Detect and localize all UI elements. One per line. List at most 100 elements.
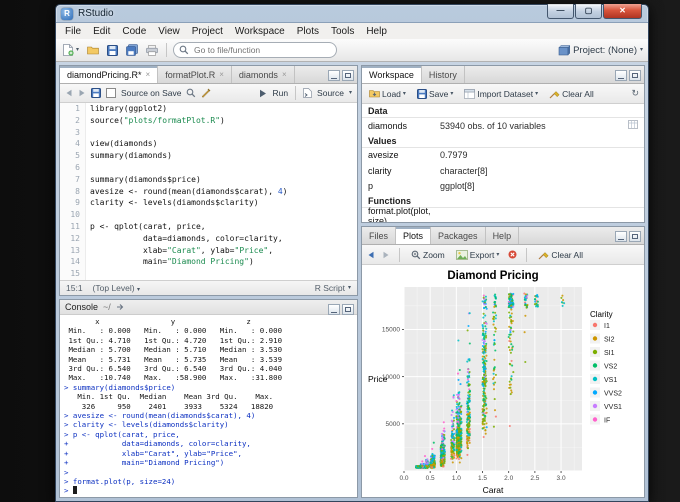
remove-plot-icon[interactable]: [508, 250, 517, 259]
source-caret-icon: ▾: [348, 90, 352, 96]
plots-pane-buttons: [615, 231, 641, 242]
menu-workspace[interactable]: Workspace: [229, 25, 291, 38]
object-row-format-plot-plot-size[interactable]: format.plot(plot, size): [362, 206, 644, 222]
code-editor[interactable]: 1 library(ggplot2) 2 source("plots/formatPl…: [60, 103, 357, 280]
tab-history[interactable]: History: [422, 66, 465, 83]
load-workspace-button[interactable]: Load ▾: [367, 88, 408, 100]
goto-directory-icon[interactable]: [116, 303, 125, 311]
save-all-icon: [126, 44, 138, 56]
pane-maximize-button[interactable]: [342, 70, 354, 81]
code-segment: "Price": [234, 245, 269, 255]
code-tools-icon[interactable]: [201, 88, 211, 98]
scope-selector[interactable]: (Top Level) ▾: [93, 283, 140, 293]
tab-plots[interactable]: Plots: [396, 227, 432, 244]
code-text: source("plots/formatPlot.R"): [86, 115, 225, 127]
project-menu[interactable]: Project: (None) ▾: [558, 44, 643, 56]
code-line: 2 source("plots/formatPlot.R"): [60, 114, 357, 127]
search-input[interactable]: [192, 44, 317, 56]
source-on-save-label: Source on Save: [121, 88, 182, 98]
import-dataset-label: Import Dataset: [477, 88, 534, 99]
svg-text:VS2: VS2: [604, 364, 617, 371]
tab-label: diamondPricing.R*: [67, 69, 142, 80]
menu-help[interactable]: Help: [360, 25, 393, 38]
close-button[interactable]: ✕: [603, 4, 642, 19]
left-column: diamondPricing.R* × formatPlot.R × diamonds ×…: [59, 65, 358, 498]
svg-text:2.0: 2.0: [504, 475, 513, 482]
run-icon[interactable]: [259, 89, 267, 98]
tab-workspace[interactable]: Workspace: [362, 66, 422, 83]
back-icon[interactable]: [65, 89, 73, 97]
title-bar[interactable]: R RStudio — ▢ ✕: [56, 4, 648, 22]
pane-maximize-button[interactable]: [629, 231, 641, 242]
refresh-icon[interactable]: ↻: [631, 88, 639, 99]
pane-maximize-button[interactable]: [342, 304, 354, 315]
pane-maximize-button[interactable]: [629, 70, 641, 81]
menu-project[interactable]: Project: [186, 25, 229, 38]
console-line: x y z: [64, 317, 251, 326]
code-segment: ): [220, 115, 225, 125]
pane-minimize-button[interactable]: [328, 70, 340, 81]
goto-file-search[interactable]: [173, 42, 338, 58]
text-cursor: [72, 486, 77, 495]
forward-icon[interactable]: [78, 89, 86, 97]
object-row-clarity[interactable]: clarity character[8]: [362, 163, 644, 179]
zoom-button[interactable]: Zoom: [409, 249, 447, 261]
code-line: 7 summary(diamonds$price): [60, 173, 357, 186]
menu-code[interactable]: Code: [116, 25, 152, 38]
tab-diamondpricing-r[interactable]: diamondPricing.R* ×: [60, 66, 159, 83]
save-workspace-button[interactable]: Save ▾: [415, 88, 455, 100]
import-dataset-button[interactable]: Import Dataset ▾: [462, 88, 540, 100]
tab-packages[interactable]: Packages: [431, 227, 486, 244]
clear-workspace-button[interactable]: Clear All: [547, 88, 596, 100]
object-row-diamonds[interactable]: diamonds 53940 obs. of 10 variables: [362, 118, 644, 134]
line-number: 14: [60, 256, 86, 269]
maximize-button[interactable]: ▢: [575, 4, 602, 19]
save-button[interactable]: [105, 44, 120, 57]
source-script-icon[interactable]: [303, 88, 312, 98]
object-row-avesize[interactable]: avesize 0.7979: [362, 148, 644, 164]
menu-tools[interactable]: Tools: [325, 25, 360, 38]
code-segment: xlab=: [90, 245, 168, 255]
menu-plots[interactable]: Plots: [291, 25, 325, 38]
print-button[interactable]: [144, 44, 160, 57]
previous-plot-icon[interactable]: [367, 251, 375, 259]
plots-tab-bar: Files Plots Packages Help: [362, 227, 644, 245]
code-text: summary(diamonds): [86, 150, 172, 162]
pane-minimize-button[interactable]: [615, 70, 627, 81]
source-on-save-checkbox[interactable]: [106, 88, 116, 98]
source-button[interactable]: Source: [317, 88, 344, 98]
clear-plots-button[interactable]: Clear All: [536, 249, 585, 261]
tab-help[interactable]: Help: [486, 227, 520, 244]
find-icon[interactable]: [186, 88, 196, 98]
new-file-button[interactable]: ▾: [61, 43, 81, 57]
new-file-icon: [63, 44, 74, 56]
menu-view[interactable]: View: [152, 25, 186, 38]
svg-text:0.5: 0.5: [426, 475, 435, 482]
close-icon[interactable]: ×: [282, 70, 287, 79]
pane-minimize-button[interactable]: [615, 231, 627, 242]
code-line: 10: [60, 209, 357, 221]
save-all-button[interactable]: [124, 43, 140, 57]
close-icon[interactable]: ×: [146, 70, 151, 79]
view-data-icon[interactable]: [628, 120, 638, 131]
menu-edit[interactable]: Edit: [87, 25, 116, 38]
object-row-p[interactable]: p ggplot[8]: [362, 179, 644, 195]
pane-minimize-button[interactable]: [328, 304, 340, 315]
menu-file[interactable]: File: [59, 25, 87, 38]
file-type-selector[interactable]: R Script ▾: [315, 283, 351, 293]
run-button[interactable]: Run: [272, 88, 288, 98]
open-file-button[interactable]: [85, 44, 101, 56]
console-line: Max. :10.740 Max. :58.900 Max. :31.800: [64, 373, 283, 383]
tab-files[interactable]: Files: [362, 227, 397, 244]
tab-diamonds[interactable]: diamonds ×: [232, 66, 295, 83]
tab-label: Plots: [403, 230, 424, 241]
tab-formatplot-r[interactable]: formatPlot.R ×: [158, 66, 232, 83]
project-cube-icon: [558, 45, 571, 56]
minimize-button[interactable]: —: [547, 4, 574, 19]
export-button[interactable]: Export ▾: [454, 249, 502, 261]
console-output[interactable]: x y z Min. : 0.000 Min. : 0.000 Min. : 0…: [60, 315, 357, 497]
save-icon[interactable]: [91, 88, 101, 98]
close-icon[interactable]: ×: [219, 70, 224, 79]
next-plot-icon[interactable]: [382, 251, 390, 259]
